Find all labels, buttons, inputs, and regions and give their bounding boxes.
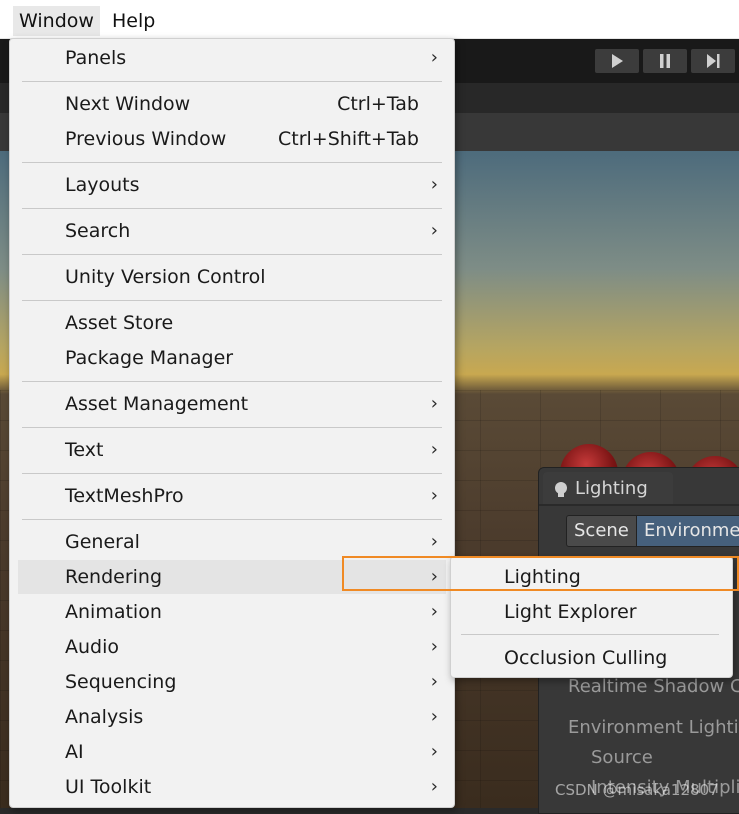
menu-item-panels[interactable]: Panels › xyxy=(18,41,446,75)
chevron-right-icon: › xyxy=(430,636,438,657)
menubar-window[interactable]: Window xyxy=(13,6,100,36)
menu-separator xyxy=(22,254,442,255)
chevron-right-icon: › xyxy=(430,671,438,692)
watermark: CSDN @misaka12807 xyxy=(555,781,719,799)
chevron-right-icon: › xyxy=(430,566,438,587)
menu-item-rendering[interactable]: Rendering › xyxy=(18,560,446,594)
chevron-right-icon: › xyxy=(430,439,438,460)
menu-item-asset-management[interactable]: Asset Management › xyxy=(18,387,446,421)
menu-item-previous-window[interactable]: Previous Window Ctrl+Shift+Tab xyxy=(18,122,446,156)
step-button[interactable] xyxy=(691,49,735,73)
chevron-right-icon: › xyxy=(430,393,438,414)
chevron-right-icon: › xyxy=(430,776,438,797)
chevron-right-icon: › xyxy=(430,531,438,552)
chevron-right-icon: › xyxy=(430,601,438,622)
menu-item-unity-version-control[interactable]: Unity Version Control xyxy=(18,260,446,294)
menu-item-textmeshpro[interactable]: TextMeshPro › xyxy=(18,479,446,513)
lighting-window-tab[interactable]: Lighting xyxy=(543,472,673,504)
menu-separator xyxy=(22,300,442,301)
lighting-window-title: Lighting xyxy=(575,477,648,499)
menu-item-general[interactable]: General › xyxy=(18,525,446,559)
menu-item-ui-toolkit[interactable]: UI Toolkit › xyxy=(18,770,446,804)
submenu-item-lighting[interactable]: Lighting xyxy=(451,560,732,594)
chevron-right-icon: › xyxy=(430,174,438,195)
menu-item-package-manager[interactable]: Package Manager xyxy=(18,341,446,375)
menu-item-next-window[interactable]: Next Window Ctrl+Tab xyxy=(18,87,446,121)
menu-separator xyxy=(22,208,442,209)
chevron-right-icon: › xyxy=(430,220,438,241)
menu-item-text[interactable]: Text › xyxy=(18,433,446,467)
menu-separator xyxy=(22,81,442,82)
menu-item-search[interactable]: Search › xyxy=(18,214,446,248)
rendering-submenu: Lighting Light Explorer Occlusion Cullin… xyxy=(450,556,733,678)
lightbulb-icon xyxy=(555,482,567,497)
step-icon xyxy=(707,54,720,68)
menu-item-audio[interactable]: Audio › xyxy=(18,630,446,664)
pause-icon xyxy=(660,54,670,68)
menu-separator xyxy=(22,162,442,163)
lighting-tab-environment[interactable]: Environmer xyxy=(636,515,739,547)
submenu-item-light-explorer[interactable]: Light Explorer xyxy=(451,595,732,629)
lighting-tab-scene[interactable]: Scene xyxy=(566,515,637,547)
menu-item-sequencing[interactable]: Sequencing › xyxy=(18,665,446,699)
menu-bar: Window Help xyxy=(0,0,739,39)
menu-item-animation[interactable]: Animation › xyxy=(18,595,446,629)
window-menu: Panels › Next Window Ctrl+Tab Previous W… xyxy=(9,38,455,808)
chevron-right-icon: › xyxy=(430,47,438,68)
chevron-right-icon: › xyxy=(430,706,438,727)
submenu-item-occlusion-culling[interactable]: Occlusion Culling xyxy=(451,641,732,675)
menu-item-layouts[interactable]: Layouts › xyxy=(18,168,446,202)
menu-separator xyxy=(22,473,442,474)
play-button[interactable] xyxy=(595,49,639,73)
menu-item-asset-store[interactable]: Asset Store xyxy=(18,306,446,340)
menubar-help[interactable]: Help xyxy=(106,6,161,36)
menu-item-ai[interactable]: AI › xyxy=(18,735,446,769)
menu-separator xyxy=(22,381,442,382)
environment-lighting-label: Environment Lightin xyxy=(568,717,739,738)
menu-separator xyxy=(22,427,442,428)
chevron-right-icon: › xyxy=(430,741,438,762)
menu-separator xyxy=(461,634,719,635)
source-label: Source xyxy=(591,747,653,768)
menu-separator xyxy=(22,519,442,520)
pause-button[interactable] xyxy=(643,49,687,73)
shortcut-label: Ctrl+Tab xyxy=(337,93,419,115)
shortcut-label: Ctrl+Shift+Tab xyxy=(278,128,419,150)
realtime-shadow-label: Realtime Shadow C xyxy=(568,676,739,697)
play-icon xyxy=(612,54,623,68)
chevron-right-icon: › xyxy=(430,485,438,506)
menu-item-analysis[interactable]: Analysis › xyxy=(18,700,446,734)
